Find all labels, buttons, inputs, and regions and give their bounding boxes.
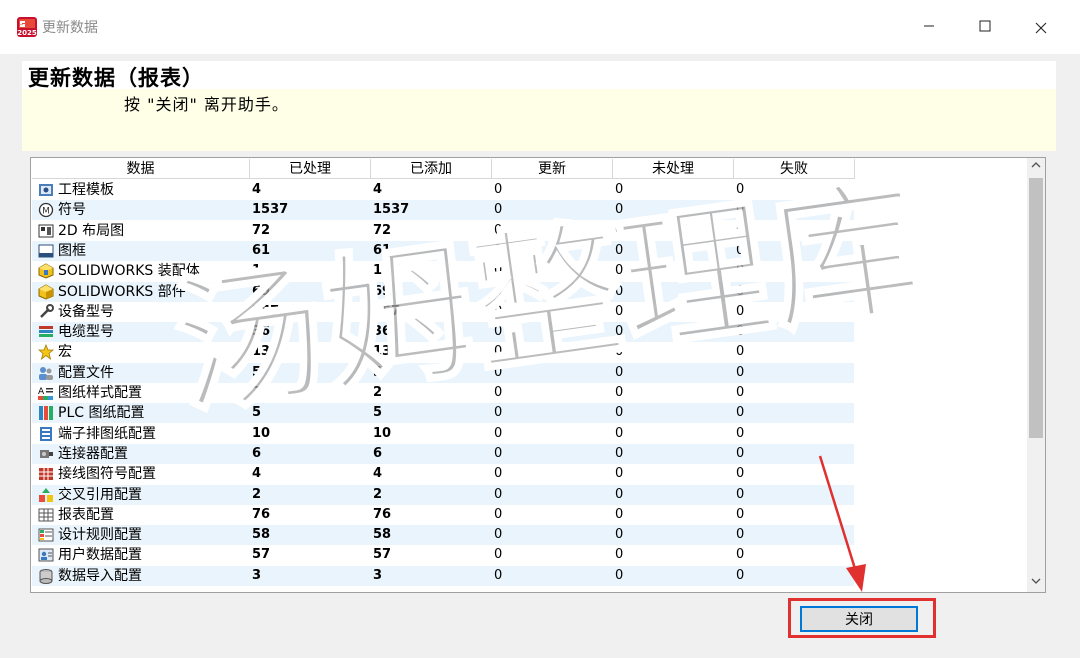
update-data-window: 2025 更新数据 更新数据（报表） 按 "关闭" 离开助手。 数据 已处理 已… [0,0,1080,658]
close-button[interactable]: 关闭 [800,606,918,632]
red-arrow-annotation [818,455,866,592]
